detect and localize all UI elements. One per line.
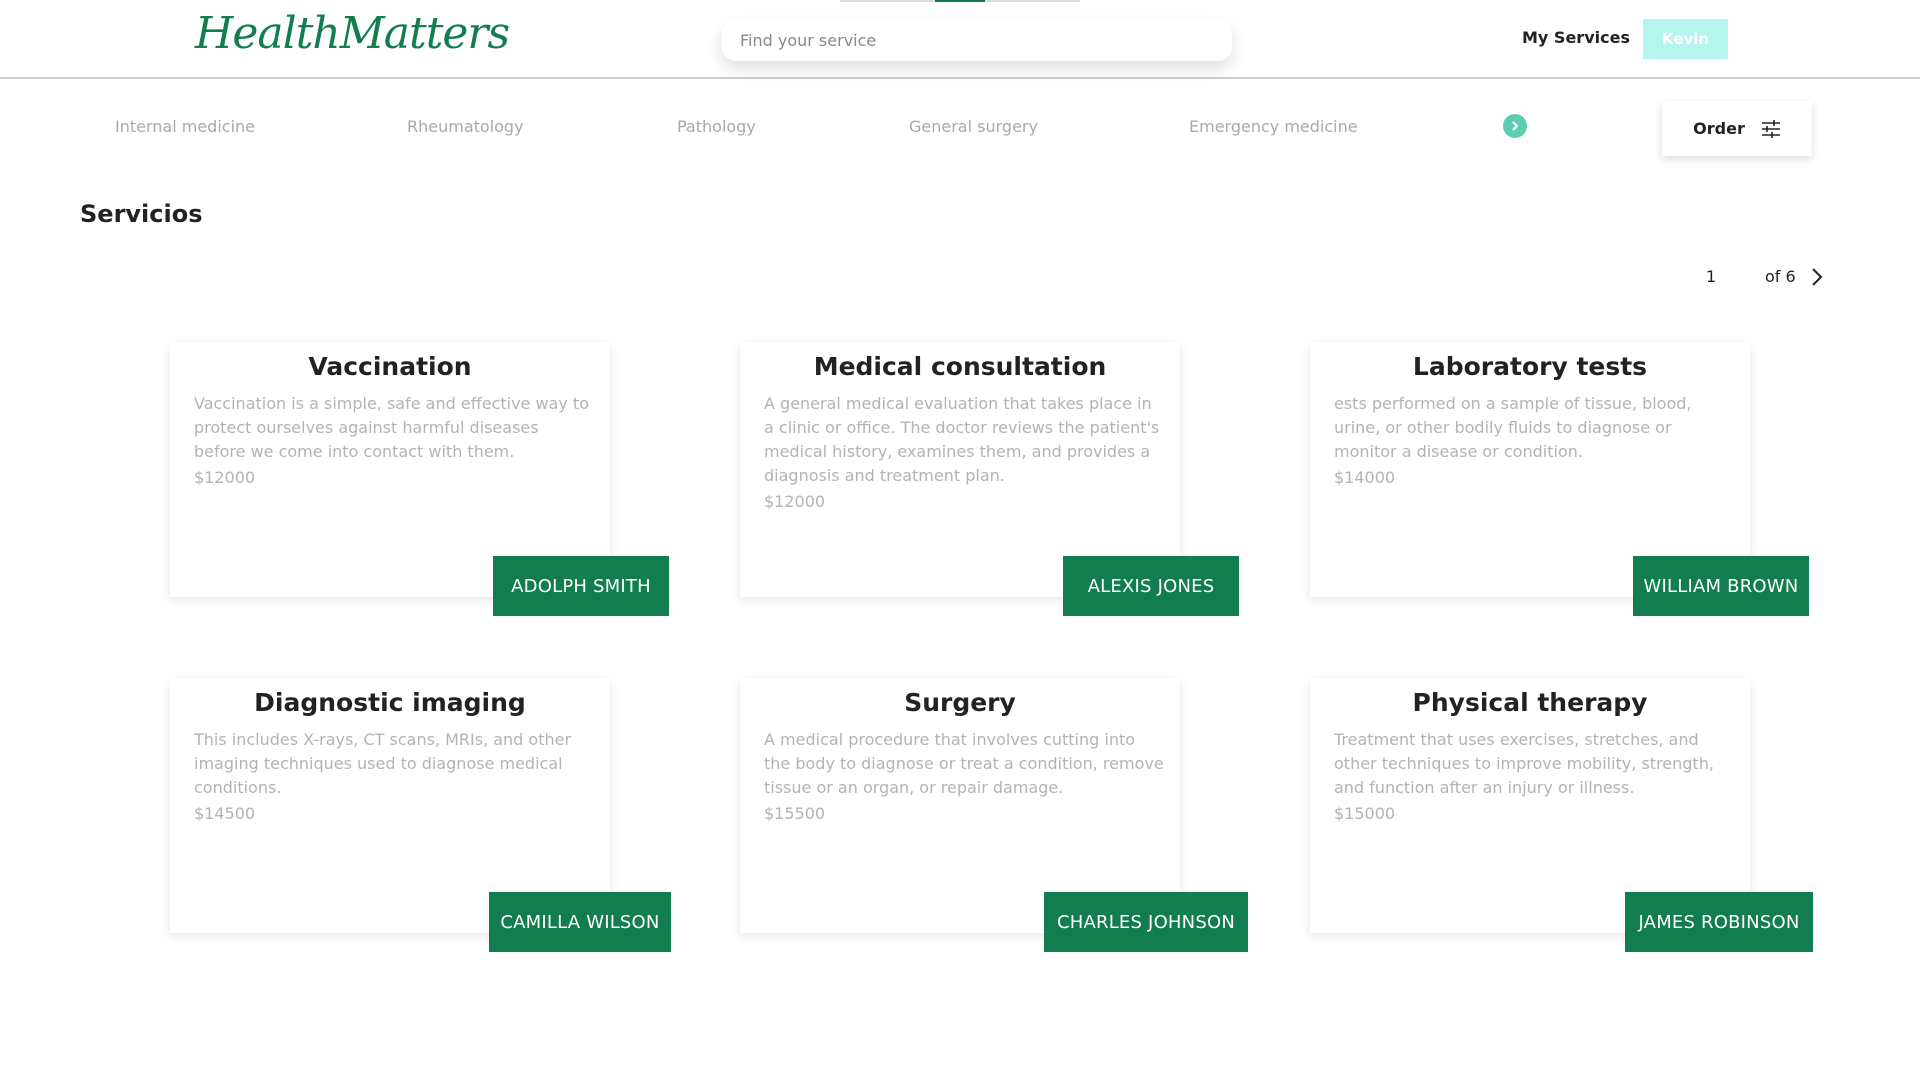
category-next-glyph: [1512, 121, 1519, 131]
doctor-button[interactable]: WILLIAM BROWN: [1633, 556, 1809, 616]
service-title: Diagnostic imaging: [254, 688, 526, 717]
service-title: Vaccination: [308, 352, 472, 381]
sliders-icon: [1761, 119, 1780, 138]
search-box[interactable]: [722, 19, 1232, 61]
order-button[interactable]: Order: [1662, 101, 1812, 156]
service-description: Vaccination is a simple, safe and effect…: [194, 394, 589, 461]
logo[interactable]: HealthMatters: [195, 8, 510, 59]
doctor-button[interactable]: JAMES ROBINSON: [1625, 892, 1813, 952]
header-progress-line: [840, 0, 1080, 2]
service-description: A medical procedure that involves cuttin…: [764, 730, 1164, 797]
category-pathology[interactable]: Pathology: [677, 117, 756, 136]
doctor-button[interactable]: ADOLPH SMITH: [493, 556, 669, 616]
category-emergency-medicine[interactable]: Emergency medicine: [1189, 117, 1358, 136]
order-label: Order: [1693, 119, 1745, 138]
category-rheumatology[interactable]: Rheumatology: [407, 117, 524, 136]
doctor-button[interactable]: CAMILLA WILSON: [489, 892, 671, 952]
service-price: $15500: [764, 804, 826, 823]
my-services-link[interactable]: My Services: [1522, 28, 1630, 47]
service-price: $14500: [194, 804, 256, 823]
service-title: Laboratory tests: [1412, 352, 1648, 381]
header-progress-segment: [935, 0, 985, 2]
service-price: $15000: [1334, 804, 1396, 823]
doctor-button[interactable]: ALEXIS JONES: [1063, 556, 1239, 616]
service-description: Treatment that uses exercises, stretches…: [1334, 730, 1714, 797]
service-description: This includes X-rays, CT scans, MRIs, an…: [194, 730, 572, 797]
service-title: Medical consultation: [813, 352, 1107, 381]
service-price: $14000: [1334, 468, 1396, 487]
service-description: A general medical evaluation that takes …: [764, 394, 1160, 485]
chevron-right-icon[interactable]: [1503, 114, 1527, 138]
category-internal-medicine[interactable]: Internal medicine: [115, 117, 255, 136]
user-button[interactable]: Kevin: [1643, 19, 1728, 59]
search-input[interactable]: [740, 30, 1232, 50]
chevron-right-icon[interactable]: [1807, 266, 1827, 288]
pagination-total: of 6: [1765, 267, 1796, 286]
service-price: $12000: [764, 492, 826, 511]
service-description: ests performed on a sample of tissue, bl…: [1334, 394, 1692, 461]
category-general-surgery[interactable]: General surgery: [909, 117, 1038, 136]
pagination-current: 1: [1706, 267, 1717, 286]
service-title: Physical therapy: [1412, 688, 1648, 717]
doctor-button[interactable]: CHARLES JOHNSON: [1044, 892, 1248, 952]
page-title: Servicios: [80, 200, 203, 228]
service-price: $12000: [194, 468, 256, 487]
service-title: Surgery: [904, 688, 1016, 717]
top-header: HealthMatters My Services Kevin: [0, 0, 1920, 79]
